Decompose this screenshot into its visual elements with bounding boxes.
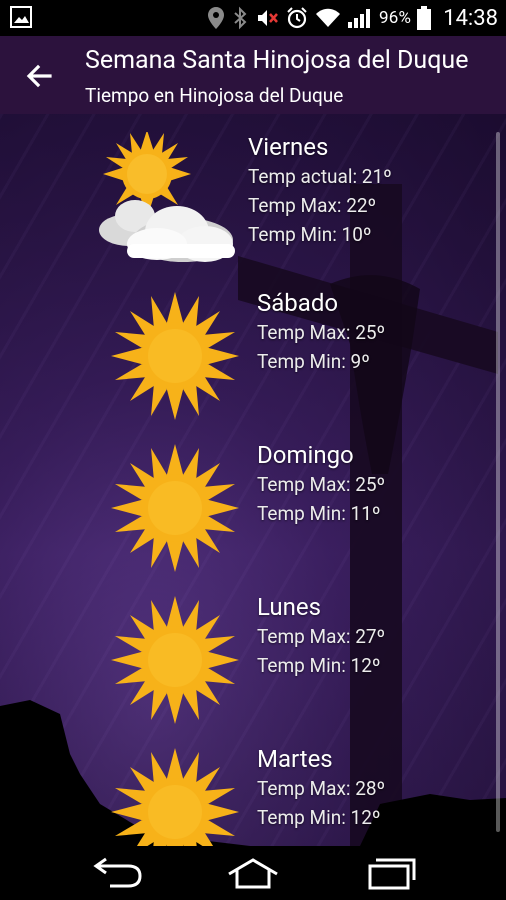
sun-icon <box>111 292 239 420</box>
clock: 14:38 <box>443 5 498 31</box>
battery-icon <box>417 6 432 30</box>
weather-list[interactable]: Viernes Temp actual: 21º Temp Max: 22º T… <box>0 114 506 846</box>
sun-icon <box>111 596 239 724</box>
battery-percent: 96% <box>379 8 412 28</box>
sun-cloud-icon <box>99 132 235 262</box>
app-bar: Semana Santa Hinojosa del Duque Tiempo e… <box>0 36 506 114</box>
temp-min: Temp Min: 12º <box>257 806 381 829</box>
nav-recent-apps-button[interactable] <box>358 856 418 890</box>
day-item-lunes[interactable]: Lunes Temp Max: 27º Temp Min: 12º <box>0 588 506 738</box>
navigation-bar <box>0 846 506 900</box>
temp-min: Temp Min: 12º <box>257 654 381 677</box>
temp-min: Temp Min: 9º <box>257 350 370 373</box>
nav-home-button[interactable] <box>223 856 283 890</box>
temp-max: Temp Max: 27º <box>257 625 386 648</box>
temp-min: Temp Min: 11º <box>257 502 381 525</box>
day-item-martes[interactable]: Martes Temp Max: 28º Temp Min: 12º <box>0 740 506 846</box>
status-bar: 96% 14:38 <box>0 0 506 36</box>
sun-icon <box>111 444 239 572</box>
sun-icon <box>111 748 239 846</box>
alarm-icon <box>287 7 307 29</box>
page-subtitle: Tiempo en Hinojosa del Duque <box>85 84 344 107</box>
day-item-domingo[interactable]: Domingo Temp Max: 25º Temp Min: 11º <box>0 436 506 586</box>
day-name: Martes <box>257 745 333 773</box>
nav-back-button[interactable] <box>88 856 148 890</box>
temp-max: Temp Max: 22º <box>248 194 377 217</box>
home-icon <box>228 858 278 889</box>
temp-min: Temp Min: 10º <box>248 223 372 246</box>
back-button[interactable] <box>20 56 60 96</box>
day-name: Domingo <box>257 441 354 469</box>
temp-max: Temp Max: 25º <box>257 321 386 344</box>
back-arrow-icon <box>26 64 52 88</box>
wifi-icon <box>316 8 341 27</box>
signal-icon <box>348 9 371 28</box>
day-item-viernes[interactable]: Viernes Temp actual: 21º Temp Max: 22º T… <box>0 114 506 264</box>
image-icon <box>10 6 32 28</box>
page-title: Semana Santa Hinojosa del Duque <box>85 46 469 75</box>
temp-max: Temp Max: 25º <box>257 473 386 496</box>
day-name: Lunes <box>257 593 322 621</box>
day-name: Sábado <box>257 289 339 317</box>
nav-back-icon <box>93 857 142 888</box>
bluetooth-icon <box>234 6 247 30</box>
recent-apps-icon <box>368 858 416 890</box>
mute-icon <box>258 10 278 26</box>
location-icon <box>208 7 225 29</box>
day-item-sabado[interactable]: Sábado Temp Max: 25º Temp Min: 9º <box>0 284 506 434</box>
temp-max: Temp Max: 28º <box>257 777 386 800</box>
day-name: Viernes <box>248 133 329 161</box>
temp-current: Temp actual: 21º <box>248 165 392 188</box>
